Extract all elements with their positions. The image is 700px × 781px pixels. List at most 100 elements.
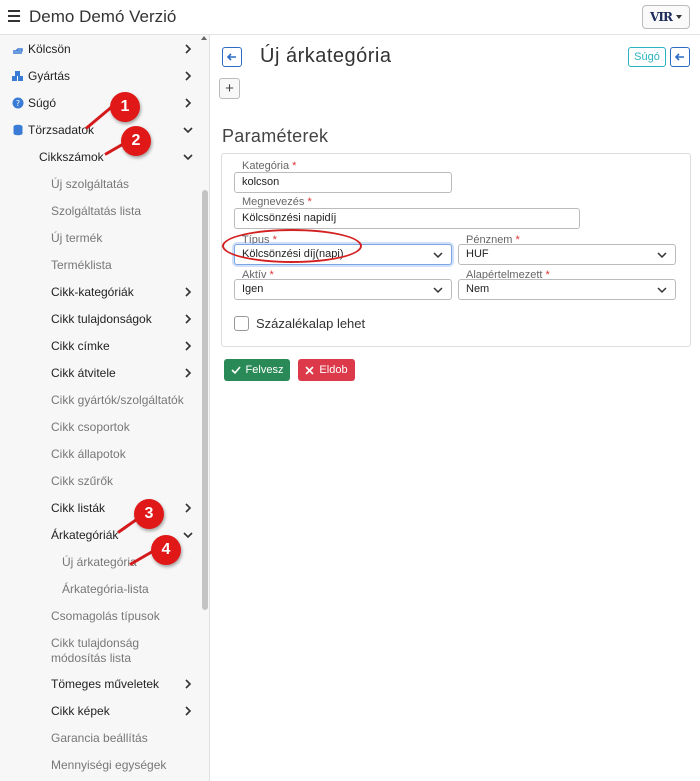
sidebar-item-label: módosítás lista [51, 651, 132, 665]
aktiv-select-value: Igen [242, 283, 264, 295]
question-circle-icon: ? [12, 97, 24, 109]
sidebar-item-cikk-tulajdonsagok[interactable]: Cikk tulajdonságok [51, 308, 192, 330]
sidebar-item-label: Tömeges műveletek [51, 677, 160, 691]
cancel-button[interactable]: Eldob [298, 359, 355, 381]
sidebar-item-label: Cikk csoportok [51, 420, 130, 434]
aktiv-select[interactable]: Igen [234, 279, 452, 300]
sidebar-item-cikk-atvitele[interactable]: Cikk átvitele [51, 362, 192, 384]
sidebar-item-garancia-beallitas[interactable]: Garancia beállítás [51, 727, 148, 749]
sidebar-item-label: Árkategóriák [51, 528, 119, 542]
check-icon [230, 366, 241, 375]
percentage-base-label: Százalékalap lehet [256, 316, 366, 331]
sidebar-item-cikk-szurok[interactable]: Cikk szűrők [51, 470, 113, 492]
sidebar-item-label: Cikk szűrők [51, 474, 114, 488]
sidebar-item-label: Cikk tulajdonságok [51, 312, 152, 326]
caret-down-icon [675, 15, 682, 19]
back-button[interactable] [222, 47, 242, 67]
chevron-down-icon [433, 287, 443, 294]
sidebar-item-gyartas[interactable]: Gyártás [12, 65, 202, 87]
sidebar-item-torzsadatok[interactable]: Törzsadatok [12, 119, 202, 141]
help-button[interactable]: Súgó [628, 47, 666, 67]
sidebar-scroll-thumb[interactable] [202, 190, 208, 610]
sidebar-item-mennyisegi-egysegek[interactable]: Mennyiségi egységek [51, 754, 166, 776]
sidebar-item-uj-termek[interactable]: Új termék [51, 227, 102, 249]
chevron-right-icon [185, 341, 192, 351]
sidebar-item-cikk-kepek[interactable]: Cikk képek [51, 700, 192, 722]
megnevezes-input[interactable]: Kölcsönzési napidíj [234, 208, 580, 229]
chevron-down-icon [183, 127, 193, 134]
alapertelmezett-select[interactable]: Nem [458, 279, 676, 300]
sidebar-item-label: Új termék [51, 231, 103, 245]
sidebar-item-cikk-gyartok[interactable]: Cikk gyártók/szolgáltatók [51, 389, 184, 411]
svg-text:?: ? [16, 99, 20, 108]
chevron-right-icon [185, 503, 192, 513]
penznem-select[interactable]: HUF [458, 244, 676, 265]
sidebar-item-label: Új szolgáltatás [51, 177, 130, 191]
add-button[interactable]: + [219, 78, 240, 99]
top-bar: Demo Demó Verzió VIR [0, 0, 700, 35]
cubes-icon [12, 70, 24, 82]
sidebar-item-csomagolas-tipusok[interactable]: Csomagolás típusok [51, 605, 160, 627]
sidebar-item-cikk-kategoriak[interactable]: Cikk-kategóriák [51, 281, 192, 303]
close-icon [305, 365, 314, 375]
sidebar-item-kolcson[interactable]: Kölcsön [12, 38, 202, 60]
sidebar-item-label: Cikk címke [51, 339, 110, 353]
sidebar-item-label: Garancia beállítás [51, 731, 148, 745]
alapertelmezett-select-value: Nem [466, 283, 490, 295]
back-button-right[interactable] [670, 47, 690, 67]
chevron-right-icon [185, 98, 192, 108]
chevron-right-icon [185, 314, 192, 324]
arrow-left-icon [674, 53, 684, 61]
sidebar-item-cikk-listak[interactable]: Cikk listák [51, 497, 192, 519]
sidebar-item-label: Cikk képek [51, 704, 110, 718]
chevron-down-icon [183, 154, 193, 161]
sidebar-item-label: Árkategória-lista [62, 582, 149, 596]
sidebar-item-label: Cikk listák [51, 501, 106, 515]
sidebar-item-cikk-cimke[interactable]: Cikk címke [51, 335, 192, 357]
sidebar-item-label: Cikk-kategóriák [51, 285, 134, 299]
chevron-right-icon [185, 706, 192, 716]
vir-logo: VIR [650, 10, 673, 24]
chevron-right-icon [185, 287, 192, 297]
megnevezes-label: Megnevezés * [241, 196, 313, 208]
chevron-right-icon [185, 368, 192, 378]
sidebar-item-label: Új árkategória [62, 555, 137, 569]
sidebar-item-termeklista[interactable]: Terméklista [51, 254, 112, 276]
sidebar-item-label: Cikk gyártók/szolgáltatók [51, 393, 184, 407]
save-button[interactable]: Felvesz [224, 359, 290, 381]
highlight-ellipse [222, 229, 362, 263]
penznem-select-value: HUF [466, 248, 489, 260]
sidebar-item-cikk-tulajdonsag-modositas-line2[interactable]: módosítás lista [51, 647, 131, 669]
page-title: Új árkategória [260, 45, 392, 67]
sidebar-item-cikk-csoportok[interactable]: Cikk csoportok [51, 416, 130, 438]
sidebar-item-arkategoria-lista[interactable]: Árkategória-lista [62, 578, 149, 600]
sidebar-item-szolgaltatas-lista[interactable]: Szolgáltatás lista [51, 200, 141, 222]
annotation-badge-4: 4 [151, 535, 181, 565]
percentage-base-checkbox[interactable] [234, 316, 249, 331]
app-switcher-button[interactable]: VIR [642, 5, 690, 29]
sidebar-item-cikk-allapotok[interactable]: Cikk állapotok [51, 443, 126, 465]
sidebar-item-label: Cikk állapotok [51, 447, 126, 461]
chevron-down-icon [657, 252, 667, 259]
kategoria-label: Kategória * [241, 160, 298, 172]
hamburger-menu-icon[interactable] [8, 10, 20, 22]
sidebar-item-tomeges-muveletek[interactable]: Tömeges műveletek [51, 673, 192, 695]
database-icon [12, 124, 24, 136]
sidebar-item-uj-szolgaltatas[interactable]: Új szolgáltatás [51, 173, 129, 195]
sidebar-item-label: Szolgáltatás lista [51, 204, 142, 218]
cancel-button-label: Eldob [319, 364, 348, 376]
hand-icon [12, 43, 24, 55]
annotation-badge-3: 3 [134, 499, 164, 529]
save-button-label: Felvesz [245, 364, 284, 376]
sidebar-item-label: Cikkszámok [39, 150, 104, 164]
section-title: Paraméterek [222, 126, 329, 146]
sidebar-item-label: Cikk átvitele [51, 366, 116, 380]
sidebar-item-label: Terméklista [51, 258, 112, 272]
kategoria-input[interactable]: kolcson [234, 172, 452, 193]
sidebar-item-label: Csomagolás típusok [51, 609, 160, 623]
sidebar-item-label: Törzsadatok [28, 123, 95, 137]
sidebar-item-cikkszamok[interactable]: Cikkszámok [39, 146, 202, 168]
annotation-badge-1: 1 [110, 92, 140, 122]
sidebar-item-uj-arkategoria[interactable]: Új árkategória [62, 551, 137, 573]
sidebar-item-label: Gyártás [28, 69, 71, 83]
